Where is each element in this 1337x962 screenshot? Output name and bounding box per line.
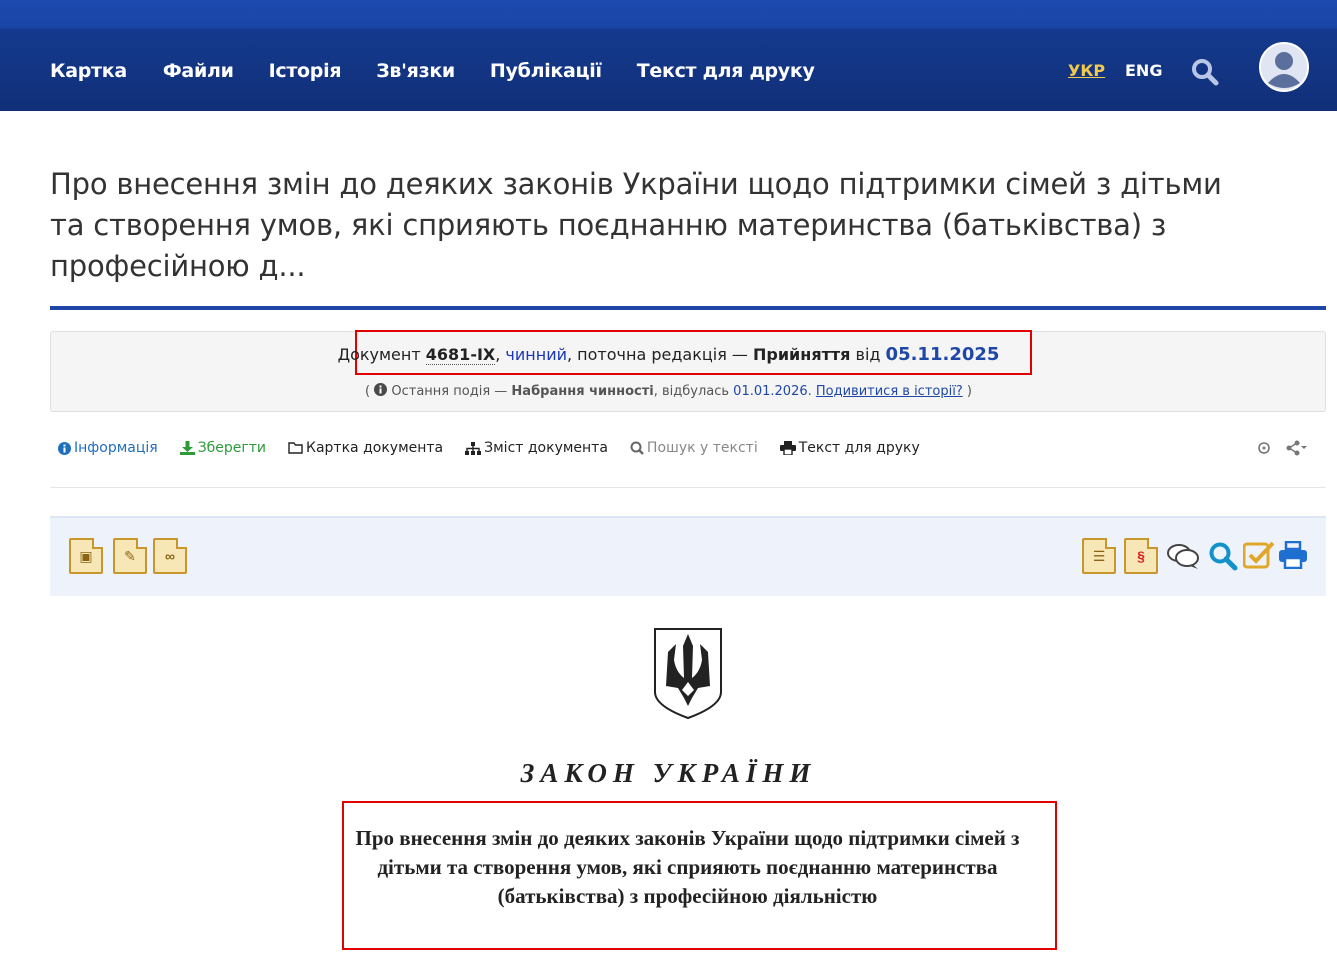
nav-publications[interactable]: Публікації (490, 60, 602, 82)
last-event-line: ( Остання подія — Набрання чинності, від… (365, 383, 972, 399)
toolbar-save[interactable]: Зберегти (179, 440, 267, 456)
share-icon[interactable] (1286, 440, 1308, 456)
last-event-name: Набрання чинності (511, 384, 654, 399)
history-link[interactable]: Подивитися в історії? (816, 384, 963, 399)
toolbar-right-actions (1256, 440, 1308, 456)
print-icon (779, 441, 796, 455)
edition-text: , поточна редакція — (567, 345, 753, 364)
edition-type: Прийняття (753, 345, 851, 364)
document-paragraph-icon[interactable]: § (1124, 538, 1158, 574)
law-title: Про внесення змін до деяких законів Укра… (355, 826, 1020, 908)
magnifier-icon (630, 441, 644, 455)
document-status-line: Документ 4681-IX, чинний, поточна редакц… (337, 344, 1000, 365)
page-title: Про внесення змін до деяких законів Укра… (50, 167, 1222, 283)
nav-print-text[interactable]: Текст для друку (637, 60, 815, 82)
toolbar-search[interactable]: Пошук у тексті (630, 440, 758, 456)
edition-date[interactable]: 05.11.2025 (886, 344, 1000, 365)
user-avatar-icon[interactable] (1258, 41, 1310, 93)
toolbar-print[interactable]: Текст для друку (779, 440, 920, 456)
toolbar-divider (50, 487, 1326, 488)
sitemap-icon (465, 441, 482, 455)
toolbar-print-label: Текст для друку (798, 440, 920, 456)
status-prefix: Документ (337, 345, 421, 364)
check-edit-icon[interactable] (1243, 541, 1275, 569)
search-icon[interactable] (1191, 58, 1219, 86)
document-archive-icon[interactable]: ▣ (69, 538, 103, 574)
document-link-icon[interactable]: ∞ (153, 538, 187, 574)
settings-icon[interactable] (1256, 440, 1272, 456)
print-document-icon[interactable] (1278, 541, 1308, 569)
document-toolbar: Інформація Зберегти Картка документа Змі… (58, 440, 942, 456)
toolbar-contents[interactable]: Зміст документа (465, 440, 608, 456)
lang-ukr-link[interactable]: УКР (1068, 61, 1105, 80)
document-edit-icon[interactable]: ✎ (113, 538, 147, 574)
document-number[interactable]: 4681-IX (425, 345, 496, 365)
toolbar-save-label: Зберегти (197, 440, 267, 456)
coat-of-arms-icon (654, 628, 722, 720)
nav-links[interactable]: Зв'язки (376, 60, 455, 82)
toolbar-info[interactable]: Інформація (58, 440, 158, 456)
info-icon (374, 383, 388, 396)
folder-icon (288, 442, 303, 454)
document-search-icon[interactable] (1208, 541, 1238, 571)
download-icon (179, 441, 195, 455)
law-heading: ЗАКОН УКРАЇНИ (520, 758, 817, 788)
toolbar-search-label: Пошук у тексті (646, 440, 758, 456)
main-nav: Картка Файли Історія Зв'язки Публікації … (50, 60, 850, 82)
top-navbar: Картка Файли Історія Зв'язки Публікації … (0, 0, 1337, 111)
title-divider (50, 306, 1326, 310)
nav-files[interactable]: Файли (163, 60, 234, 82)
toolbar-card[interactable]: Картка документа (288, 440, 443, 456)
info-circle-icon (58, 441, 71, 455)
last-event-happened: , відбулась (653, 384, 730, 399)
last-event-label: Остання подія — (391, 384, 508, 399)
from-label: від (855, 345, 881, 364)
last-event-date: 01.01.2026 (733, 384, 808, 399)
nav-history[interactable]: Історія (269, 60, 342, 82)
toolbar-contents-label: Зміст документа (484, 440, 608, 456)
document-state[interactable]: чинний (505, 345, 567, 364)
nav-card[interactable]: Картка (50, 60, 127, 82)
toolbar-card-label: Картка документа (306, 440, 444, 456)
toolbar-info-label: Інформація (74, 440, 158, 456)
comments-icon[interactable] (1166, 542, 1200, 570)
lang-eng-link[interactable]: ENG (1125, 61, 1162, 80)
document-structure-icon[interactable]: ☰ (1082, 538, 1116, 574)
